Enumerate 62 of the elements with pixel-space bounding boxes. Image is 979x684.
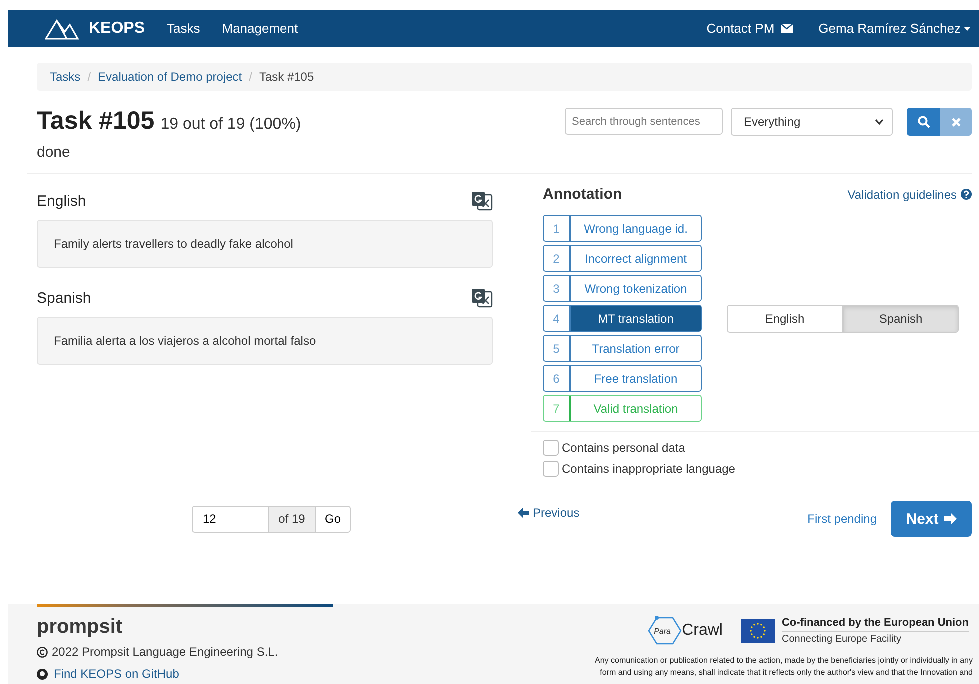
page-number-field[interactable]: 12 (192, 506, 269, 532)
task-status: done (37, 144, 72, 161)
translate-icon[interactable] (472, 192, 493, 210)
task-title: Task #105 (37, 107, 155, 135)
translate-icon[interactable] (472, 288, 493, 308)
company-logo: prompsit (37, 616, 124, 639)
breadcrumb-link[interactable]: Evaluation of Demo project (98, 70, 242, 84)
checkbox[interactable] (543, 461, 559, 477)
eu-funding-title: Co-financed by the European Union (782, 617, 969, 629)
paracrawl-logo-prefix: Para (654, 626, 672, 636)
arrow-right-icon (944, 513, 957, 525)
annotation-option[interactable]: 4 MT translation (543, 305, 702, 332)
search-button[interactable] (907, 108, 940, 136)
nav-link[interactable]: Tasks (167, 21, 200, 36)
breadcrumb-separator: / (88, 70, 92, 84)
first-pending-link[interactable]: First pending (808, 512, 877, 526)
language-toggle[interactable]: English (727, 304, 843, 332)
breadcrumb-link[interactable]: Tasks (50, 70, 81, 84)
filter-dropdown[interactable]: Everything (731, 108, 893, 136)
nav-link[interactable]: Management (222, 21, 298, 36)
user-menu[interactable]: Gema Ramírez Sánchez (818, 21, 971, 36)
annotation-option[interactable]: 6 Free translation (543, 365, 702, 392)
close-icon (952, 118, 960, 126)
arrow-left-icon (518, 508, 529, 518)
breadcrumb-current: Task #105 (259, 70, 314, 84)
sentence-text: Family alerts travellers to deadly fake alcohol (37, 220, 493, 268)
next-button[interactable]: Next (891, 501, 972, 537)
language-label: English (37, 192, 86, 210)
annotation-option[interactable]: 2 Incorrect alignment (543, 245, 702, 272)
help-icon (961, 189, 972, 200)
annotation-option[interactable]: 1 Wrong language id. (543, 215, 702, 242)
disclaimer-text: Any comunication or publication related to the action, made by the beneficiaries jointly or individually in any (595, 655, 973, 667)
breadcrumb-separator: / (249, 70, 252, 84)
language-toggle[interactable]: Spanish (843, 304, 959, 332)
go-button[interactable]: Go (316, 506, 351, 532)
mountains-icon (45, 18, 79, 40)
checkbox[interactable] (543, 440, 559, 456)
hexagon-icon (648, 616, 682, 646)
checkbox-label: Contains personal data (562, 441, 686, 455)
github-link[interactable]: Find KEOPS on GitHub (37, 667, 333, 681)
annotation-heading: Annotation (543, 186, 622, 203)
copyright-text: 2022 Prompsit Language Engineering S.L. (52, 645, 278, 659)
guidelines-link[interactable]: Validation guidelines (848, 188, 972, 202)
page-total: of 19 (269, 506, 316, 532)
annotation-option[interactable]: 3 Wrong tokenization (543, 275, 702, 302)
eu-flag-icon (740, 619, 775, 643)
brand-link[interactable]: KEOPS (45, 18, 146, 40)
language-label: Spanish (37, 290, 92, 306)
copyright-icon (37, 646, 48, 658)
disclaimer-text: form and using any means, shall indicate that it reflects only the author's view and that the Innovation and (599, 667, 973, 679)
chevron-icon (875, 119, 884, 125)
sentence-text: Familia alerta a los viajeros a alcohol mortal falso (37, 317, 493, 365)
paracrawl-logo: Crawl (682, 622, 723, 640)
envelope-icon (780, 24, 793, 33)
checkbox-label: Contains inappropriate language (562, 462, 736, 476)
annotation-option[interactable]: 5 Translation error (543, 335, 702, 362)
search-field[interactable]: Search through sentences (565, 108, 723, 135)
caret-icon (964, 26, 971, 30)
eu-funding-subtitle: Connecting Europe Facility (782, 631, 969, 645)
previous-link[interactable]: Previous (518, 506, 580, 520)
contact-link[interactable]: Contact PM (706, 21, 793, 36)
search-icon (918, 116, 930, 128)
